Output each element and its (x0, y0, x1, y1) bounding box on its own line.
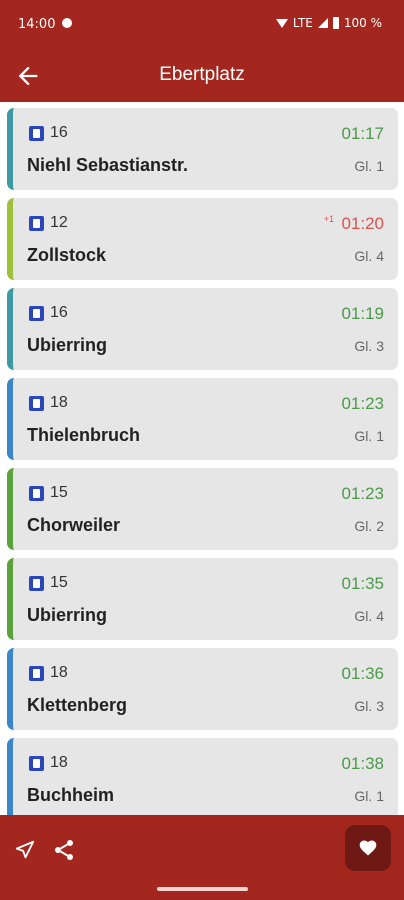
battery-icon (332, 17, 339, 29)
destination: Thielenbruch (27, 425, 141, 445)
platform: Gl. 1 (354, 788, 384, 804)
home-indicator[interactable] (157, 887, 248, 891)
line-number: 12 (50, 214, 68, 231)
tram-icon (29, 126, 44, 141)
tram-icon (29, 756, 44, 771)
line-number: 15 (50, 484, 68, 501)
tram-icon (29, 216, 44, 231)
destination: Ubierring (27, 605, 108, 625)
departure-card[interactable]: 12 Zollstock +1 01:20 Gl. 4 (7, 198, 398, 280)
status-bar: 14:00 LTE 100 % (0, 0, 404, 50)
network-label: LTE (292, 16, 313, 30)
line-number: 18 (50, 754, 68, 771)
departure-card[interactable]: 15 Chorweiler 01:23 Gl. 2 (7, 468, 398, 550)
departure-time: 01:36 (341, 664, 384, 683)
departure-card[interactable]: 16 Niehl Sebastianstr. 01:17 Gl. 1 (7, 108, 398, 190)
line-number: 16 (50, 124, 68, 141)
departure-card[interactable]: 18 Buchheim 01:38 Gl. 1 (7, 738, 398, 815)
departure-card[interactable]: 15 Ubierring 01:35 Gl. 4 (7, 558, 398, 640)
platform: Gl. 4 (354, 608, 384, 624)
platform: Gl. 3 (354, 698, 384, 714)
departure-card[interactable]: 18 Klettenberg 01:36 Gl. 3 (7, 648, 398, 730)
heart-icon (359, 840, 377, 856)
tram-icon (29, 576, 44, 591)
platform: Gl. 2 (354, 518, 384, 534)
line-number: 18 (50, 664, 68, 681)
tram-icon (29, 486, 44, 501)
navigation-icon[interactable] (14, 839, 36, 861)
platform: Gl. 1 (354, 428, 384, 444)
platform: Gl. 1 (354, 158, 384, 174)
line-number: 16 (50, 304, 68, 321)
status-icons: LTE 100 % (275, 16, 382, 30)
departure-time: 01:35 (341, 574, 384, 593)
departure-card[interactable]: 16 Ubierring 01:19 Gl. 3 (7, 288, 398, 370)
delay-badge: +1 (323, 214, 334, 224)
destination: Klettenberg (27, 695, 128, 715)
destination: Zollstock (27, 245, 107, 265)
signal-icon (317, 18, 328, 28)
wifi-icon (275, 18, 288, 28)
status-time: 14:00 (18, 17, 56, 32)
favorite-button[interactable] (345, 825, 391, 871)
departure-time: 01:20 (341, 214, 384, 233)
notification-icon (62, 18, 72, 28)
line-number: 18 (50, 394, 68, 411)
destination: Buchheim (27, 785, 115, 805)
tram-icon (29, 396, 44, 411)
departure-time: 01:23 (341, 394, 384, 413)
share-icon[interactable] (52, 838, 76, 862)
battery-label: 100 % (343, 16, 382, 30)
platform: Gl. 4 (354, 248, 384, 264)
line-number: 15 (50, 574, 68, 591)
tram-icon (29, 306, 44, 321)
departure-card[interactable]: 18 Thielenbruch 01:23 Gl. 1 (7, 378, 398, 460)
departure-time: 01:19 (341, 304, 384, 323)
departure-list[interactable]: 16 Niehl Sebastianstr. 01:17 Gl. 1 12 Zo… (0, 102, 404, 815)
departure-time: 01:38 (341, 754, 384, 773)
departure-time: 01:17 (341, 124, 384, 143)
bottom-bar (0, 815, 404, 900)
platform: Gl. 3 (354, 338, 384, 354)
page-title: Ebertplatz (159, 64, 245, 85)
app-bar: Ebertplatz (0, 50, 404, 102)
tram-icon (29, 666, 44, 681)
destination: Ubierring (27, 335, 108, 355)
destination: Chorweiler (27, 515, 121, 535)
destination: Niehl Sebastianstr. (27, 155, 189, 175)
departure-time: 01:23 (341, 484, 384, 503)
